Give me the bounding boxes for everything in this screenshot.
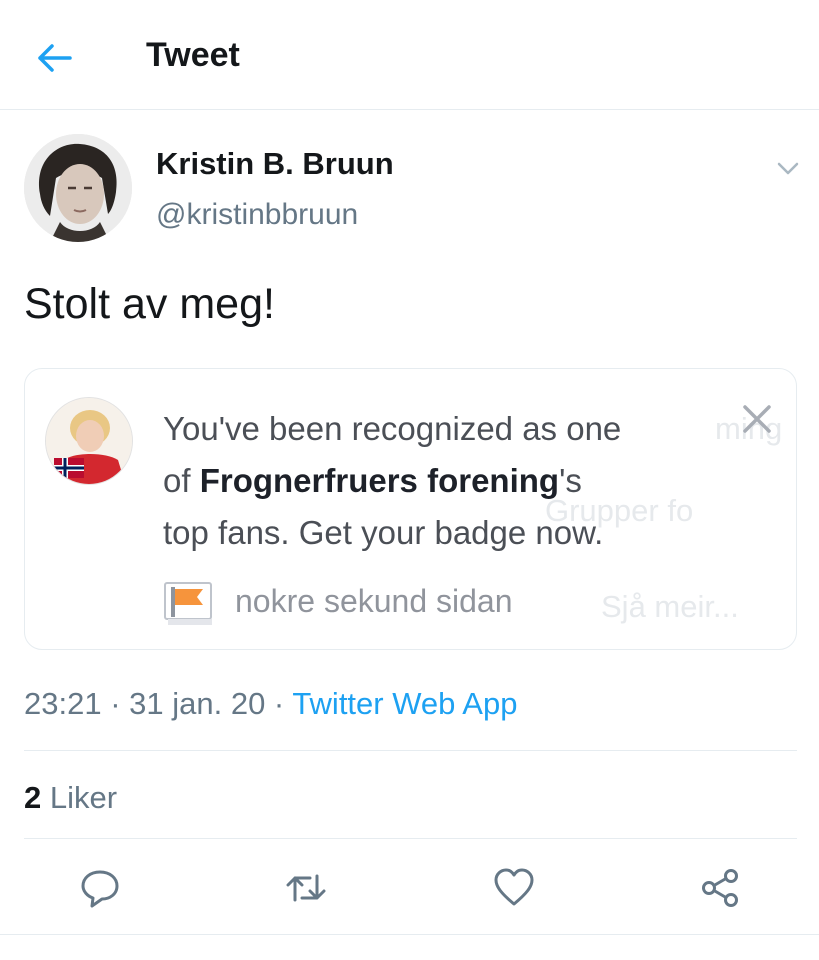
back-button[interactable] xyxy=(30,38,78,78)
like-button[interactable] xyxy=(492,866,536,910)
page-avatar xyxy=(45,397,133,485)
tweet-date: 31 jan. 20 xyxy=(129,686,266,721)
avatar-photo xyxy=(46,398,132,484)
badge-icon xyxy=(163,581,215,629)
top-bar: Tweet xyxy=(0,0,819,110)
share-button[interactable] xyxy=(698,866,742,910)
notification-line: top fans. Get your badge now. xyxy=(163,514,604,551)
likes-count: 2 xyxy=(24,780,42,815)
reply-button[interactable] xyxy=(78,866,122,910)
notification-line: You've been recognized as one xyxy=(163,410,622,447)
reply-icon xyxy=(81,870,119,908)
divider xyxy=(24,838,797,839)
notification-line: 's xyxy=(559,462,582,499)
flag-icon xyxy=(164,582,212,625)
retweet-button[interactable] xyxy=(284,866,328,910)
page-title: Tweet xyxy=(146,36,240,74)
background-text: Sjå meir... xyxy=(601,589,739,624)
more-options-button[interactable] xyxy=(770,150,806,186)
tweet-time: 23:21 xyxy=(24,686,102,721)
author-avatar[interactable] xyxy=(24,134,132,242)
chevron-down-icon xyxy=(777,162,799,175)
retweet-icon xyxy=(286,874,326,902)
avatar-photo xyxy=(24,134,132,242)
notification-time: nokre sekund sidan xyxy=(235,583,513,619)
arrow-left-icon xyxy=(38,44,72,72)
dismiss-button xyxy=(737,399,777,439)
divider xyxy=(0,934,819,935)
tweet-meta: 23:21 · 31 jan. 20 · Twitter Web App xyxy=(24,686,517,722)
close-icon xyxy=(743,405,771,433)
tweet-source-link[interactable]: Twitter Web App xyxy=(292,686,517,721)
separator: · xyxy=(265,686,293,721)
separator: · xyxy=(101,686,130,721)
author-name[interactable]: Kristin B. Bruun xyxy=(156,146,394,182)
likes-stat[interactable]: 2 Liker xyxy=(24,780,117,816)
heart-icon xyxy=(494,868,534,906)
divider xyxy=(24,750,797,751)
likes-label: Liker xyxy=(41,780,118,815)
attached-image[interactable]: ming Grupper fo Sjå meir... You've been … xyxy=(24,368,797,650)
tweet-text: Stolt av meg! xyxy=(24,280,275,328)
notification-line: of xyxy=(163,462,200,499)
share-icon xyxy=(702,869,738,907)
author-handle[interactable]: @kristinbbruun xyxy=(156,198,358,232)
notification-text: You've been recognized as one of Frogner… xyxy=(163,403,703,559)
page-name: Frognerfruers forening xyxy=(199,462,560,499)
